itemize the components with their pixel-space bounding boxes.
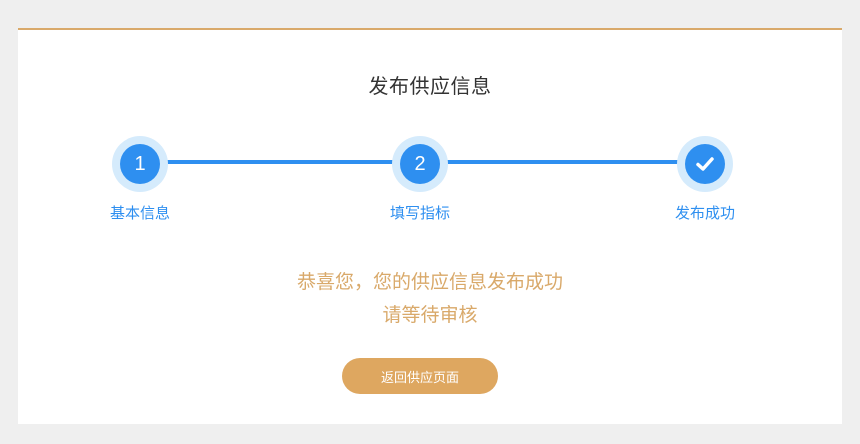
step-3-label: 发布成功 [674, 204, 735, 222]
step-1-number: 1 [120, 144, 160, 184]
step-2: 2 [392, 136, 448, 192]
step-1: 1 [112, 136, 168, 192]
step-1-label: 基本信息 [109, 204, 170, 222]
step-3-marker [685, 144, 725, 184]
review-message: 请等待审核 [382, 304, 478, 326]
step-2-label: 填写指标 [389, 204, 450, 222]
publish-card: 发布供应信息 1 2 基本信息 填写指标 发布成功 恭喜您，您的供应信息发布成功… [18, 28, 842, 424]
return-supply-page-button[interactable]: 返回供应页面 [342, 358, 498, 394]
progress-line-1 [140, 160, 420, 164]
step-2-number: 2 [400, 144, 440, 184]
success-message: 恭喜您，您的供应信息发布成功 [296, 271, 563, 293]
page-title: 发布供应信息 [368, 74, 492, 98]
check-icon [696, 157, 714, 171]
step-3 [677, 136, 733, 192]
progress-line-2 [420, 160, 704, 164]
